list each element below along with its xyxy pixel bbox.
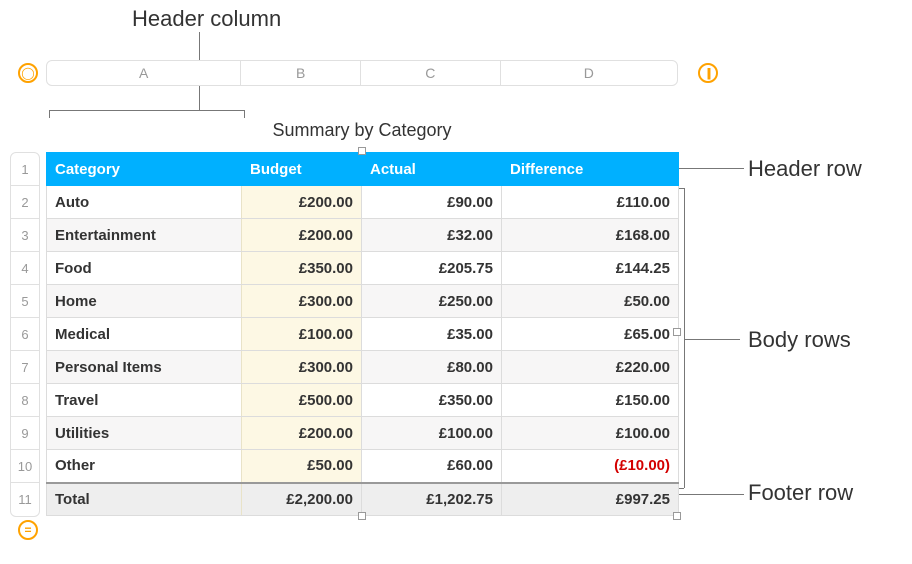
callout-bracket-body-rows <box>684 188 685 488</box>
callout-line-header-row <box>668 168 744 169</box>
selection-handle-icon[interactable] <box>673 512 681 520</box>
row-header-11[interactable]: 11 <box>11 483 39 516</box>
selection-handle-icon[interactable] <box>673 328 681 336</box>
cell-actual[interactable]: £32.00 <box>362 219 502 252</box>
header-cell-category[interactable]: Category <box>47 153 242 186</box>
column-header-D[interactable]: D <box>501 61 677 85</box>
cell-difference[interactable]: £50.00 <box>502 285 679 318</box>
footer-cell-actual[interactable]: £1,202.75 <box>362 483 502 516</box>
cell-category[interactable]: Other <box>47 450 242 483</box>
callout-line-footer-row <box>668 494 744 495</box>
cell-actual[interactable]: £80.00 <box>362 351 502 384</box>
cell-budget[interactable]: £50.00 <box>242 450 362 483</box>
cell-budget[interactable]: £500.00 <box>242 384 362 417</box>
footer-cell-budget[interactable]: £2,200.00 <box>242 483 362 516</box>
cell-category[interactable]: Entertainment <box>47 219 242 252</box>
cell-budget[interactable]: £200.00 <box>242 417 362 450</box>
cell-difference[interactable]: £100.00 <box>502 417 679 450</box>
cell-budget[interactable]: £100.00 <box>242 318 362 351</box>
cell-category[interactable]: Auto <box>47 186 242 219</box>
add-column-handle-icon[interactable]: || <box>698 63 718 83</box>
table-row: Home£300.00£250.00£50.00 <box>47 285 679 318</box>
table-row: Medical£100.00£35.00£65.00 <box>47 318 679 351</box>
row-header-8[interactable]: 8 <box>11 384 39 417</box>
cell-budget[interactable]: £350.00 <box>242 252 362 285</box>
footer-cell-category[interactable]: Total <box>47 483 242 516</box>
cell-difference[interactable]: £110.00 <box>502 186 679 219</box>
callout-tick <box>49 110 50 118</box>
annotation-footer-row: Footer row <box>748 480 853 506</box>
cell-actual[interactable]: £250.00 <box>362 285 502 318</box>
cell-category[interactable]: Food <box>47 252 242 285</box>
row-header-9[interactable]: 9 <box>11 417 39 450</box>
summary-table: Category Budget Actual Difference Auto£2… <box>46 152 679 516</box>
table-row: Auto£200.00£90.00£110.00 <box>47 186 679 219</box>
cell-actual[interactable]: £205.75 <box>362 252 502 285</box>
cell-category[interactable]: Medical <box>47 318 242 351</box>
selection-handle-icon[interactable] <box>358 147 366 155</box>
header-cell-budget[interactable]: Budget <box>242 153 362 186</box>
cell-budget[interactable]: £200.00 <box>242 219 362 252</box>
cell-budget[interactable]: £300.00 <box>242 285 362 318</box>
selection-handle-icon[interactable] <box>358 512 366 520</box>
cell-category[interactable]: Home <box>47 285 242 318</box>
row-header-10[interactable]: 10 <box>11 450 39 483</box>
cell-difference[interactable]: £168.00 <box>502 219 679 252</box>
annotation-header-row: Header row <box>748 156 862 182</box>
cell-actual[interactable]: £35.00 <box>362 318 502 351</box>
callout-tick <box>244 110 245 118</box>
row-header-5[interactable]: 5 <box>11 285 39 318</box>
cell-difference[interactable]: £220.00 <box>502 351 679 384</box>
row-header-1[interactable]: 1 <box>11 153 39 186</box>
row-ruler: 1 2 3 4 5 6 7 8 9 10 11 <box>10 152 40 517</box>
table-row: Entertainment£200.00£32.00£168.00 <box>47 219 679 252</box>
add-row-handle-icon[interactable]: = <box>18 520 38 540</box>
cell-category[interactable]: Personal Items <box>47 351 242 384</box>
table-title[interactable]: Summary by Category <box>46 120 678 141</box>
table-row: Other£50.00£60.00(£10.00) <box>47 450 679 483</box>
cell-category[interactable]: Utilities <box>47 417 242 450</box>
annotation-body-rows: Body rows <box>748 327 851 353</box>
column-header-C[interactable]: C <box>361 61 501 85</box>
cell-difference[interactable]: £150.00 <box>502 384 679 417</box>
row-header-2[interactable]: 2 <box>11 186 39 219</box>
table-row: Utilities£200.00£100.00£100.00 <box>47 417 679 450</box>
table-header-row: Category Budget Actual Difference <box>47 153 679 186</box>
callout-line <box>684 339 740 340</box>
cell-actual[interactable]: £90.00 <box>362 186 502 219</box>
column-ruler: A B C D <box>46 60 678 86</box>
cell-difference[interactable]: £144.25 <box>502 252 679 285</box>
table-footer-row: Total £2,200.00 £1,202.75 £997.25 <box>47 483 679 516</box>
column-header-A[interactable]: A <box>47 61 241 85</box>
table-row: Personal Items£300.00£80.00£220.00 <box>47 351 679 384</box>
cell-actual[interactable]: £60.00 <box>362 450 502 483</box>
row-header-6[interactable]: 6 <box>11 318 39 351</box>
column-header-B[interactable]: B <box>241 61 361 85</box>
cell-category[interactable]: Travel <box>47 384 242 417</box>
annotation-header-column: Header column <box>132 6 281 32</box>
header-cell-actual[interactable]: Actual <box>362 153 502 186</box>
row-header-4[interactable]: 4 <box>11 252 39 285</box>
cell-actual[interactable]: £100.00 <box>362 417 502 450</box>
cell-difference[interactable]: £65.00 <box>502 318 679 351</box>
table-handle-top-left-icon[interactable]: ◯ <box>18 63 38 83</box>
table-row: Food£350.00£205.75£144.25 <box>47 252 679 285</box>
row-header-3[interactable]: 3 <box>11 219 39 252</box>
table-row: Travel£500.00£350.00£150.00 <box>47 384 679 417</box>
header-cell-difference[interactable]: Difference <box>502 153 679 186</box>
callout-bracket-header-column <box>49 110 244 111</box>
cell-difference[interactable]: (£10.00) <box>502 450 679 483</box>
cell-budget[interactable]: £200.00 <box>242 186 362 219</box>
cell-budget[interactable]: £300.00 <box>242 351 362 384</box>
footer-cell-difference[interactable]: £997.25 <box>502 483 679 516</box>
cell-actual[interactable]: £350.00 <box>362 384 502 417</box>
row-header-7[interactable]: 7 <box>11 351 39 384</box>
